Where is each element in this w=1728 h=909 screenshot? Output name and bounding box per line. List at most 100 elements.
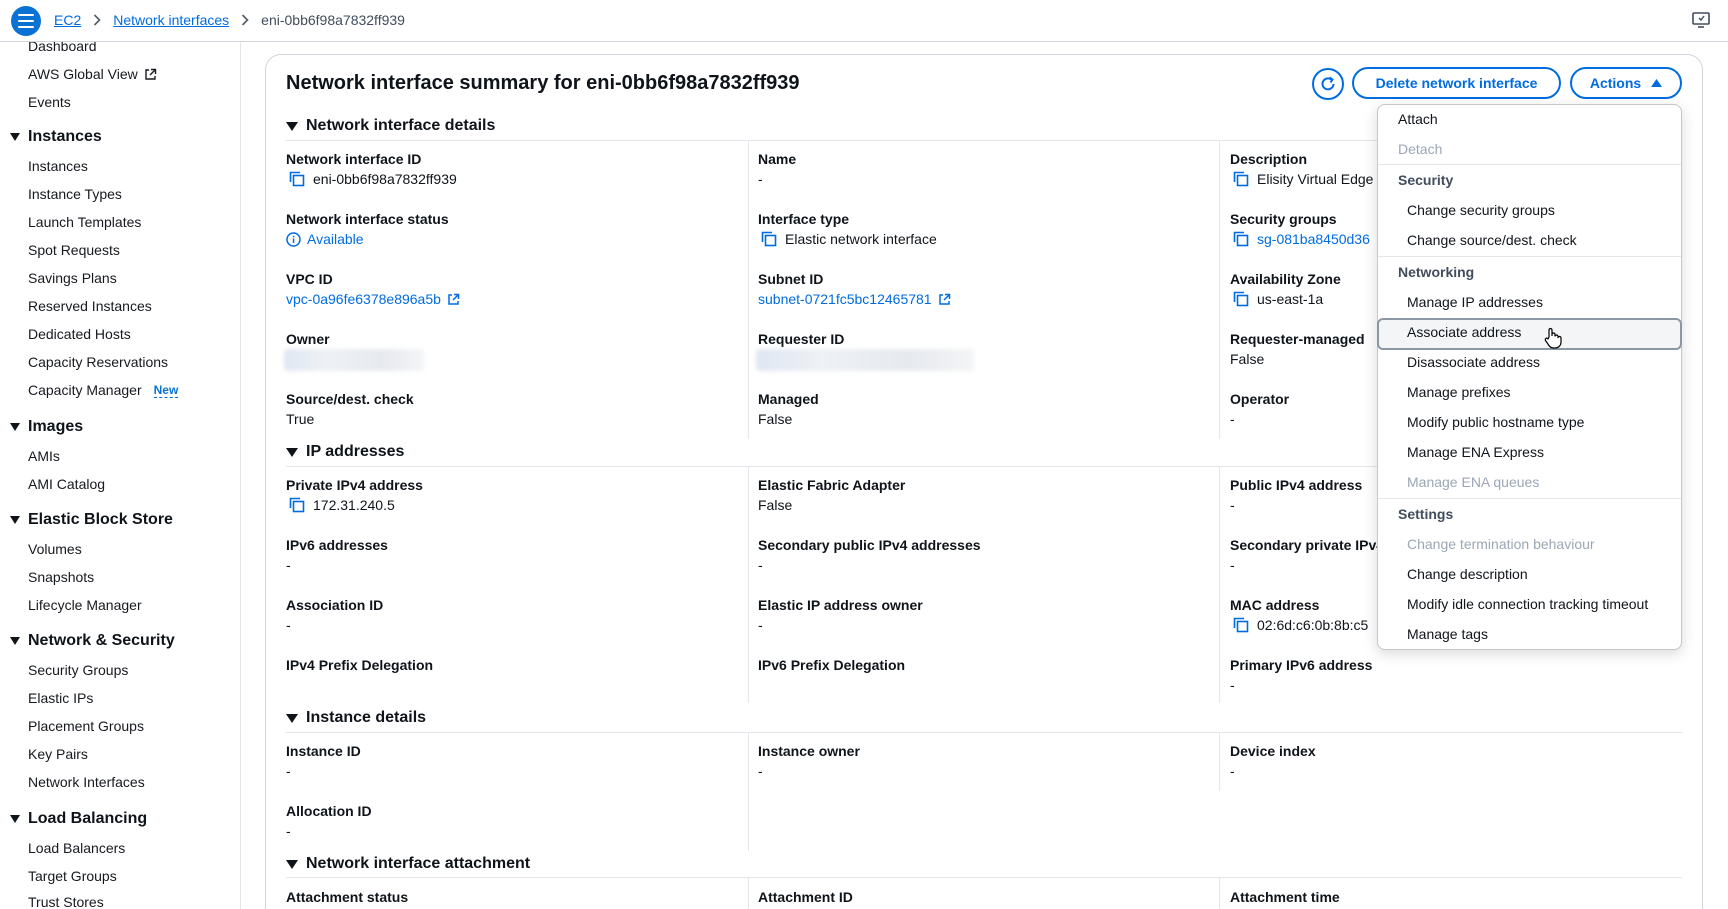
menu-item-attach[interactable]: Attach [1378,111,1681,127]
sidebar-group-ebs[interactable]: Elastic Block Store [10,511,173,529]
copy-icon[interactable] [1233,617,1249,633]
sidebar-item-security-groups[interactable]: Security Groups [28,662,128,678]
breadcrumb-current: eni-0bb6f98a7832ff939 [261,12,405,28]
menu-item-change-security-groups[interactable]: Change security groups [1378,202,1681,218]
hand-cursor-icon [1544,327,1562,352]
sidebar-item-load-balancers[interactable]: Load Balancers [28,840,125,856]
sidebar-item-target-groups[interactable]: Target Groups [28,868,117,884]
field-label: Interface type [758,211,850,227]
sidebar-item-ami-catalog[interactable]: AMI Catalog [28,476,105,492]
section-ip-addresses[interactable]: IP addresses [286,443,404,461]
divider [286,877,1682,878]
field-label: IPv4 Prefix Delegation [286,657,434,673]
menu-item-manage-prefixes[interactable]: Manage prefixes [1378,384,1681,400]
sidebar-item-capacity-reservations[interactable]: Capacity Reservations [28,354,168,370]
eni-id-value: eni-0bb6f98a7832ff939 [313,171,457,187]
field-label: Secondary public IPv4 addresses [758,537,981,553]
copy-icon[interactable] [289,497,305,513]
copy-icon[interactable] [289,171,305,187]
section-instance-details[interactable]: Instance details [286,709,426,727]
field-value: - [758,617,763,633]
sidebar-item-launch-templates[interactable]: Launch Templates [28,214,141,230]
sidebar-item-capacity-manager[interactable]: Capacity Manager New [28,382,179,398]
sidebar-group-label: Network & Security [28,632,175,649]
caret-down-icon [286,859,298,869]
section-attachment[interactable]: Network interface attachment [286,855,530,873]
section-network-interface-details[interactable]: Network interface details [286,117,495,135]
external-link-icon [447,293,460,306]
sidebar-item-savings-plans[interactable]: Savings Plans [28,270,117,286]
subnet-link[interactable]: subnet-0721fc5bc12465781 [758,291,932,307]
menu-item-associate-address[interactable]: Associate address [1378,324,1681,340]
breadcrumb-network-interfaces[interactable]: Network interfaces [113,12,229,28]
az-value: us-east-1a [1257,291,1324,307]
field-label: Description [1230,151,1308,167]
sidebar-group-images[interactable]: Images [10,418,83,436]
sidebar-item-global-view[interactable]: AWS Global View [28,66,157,82]
redacted-requester [756,349,974,371]
sidebar-item-instances[interactable]: Instances [28,158,88,174]
field-label: Subnet ID [758,271,824,287]
sidebar-group-network-security[interactable]: Network & Security [10,632,175,650]
monitor-icon[interactable] [1692,11,1710,32]
field-value: - [1230,677,1235,693]
menu-item-manage-tags[interactable]: Manage tags [1378,626,1681,642]
copy-icon[interactable] [761,231,777,247]
sidebar-item-snapshots[interactable]: Snapshots [28,569,94,585]
security-group-link[interactable]: sg-081ba8450d36 [1257,231,1370,247]
sidebar-item-lifecycle-manager[interactable]: Lifecycle Manager [28,597,142,613]
sidebar-item-volumes[interactable]: Volumes [28,541,82,557]
section-label: Network interface attachment [306,855,531,872]
field-value: Elisity Virtual Edge [1233,171,1373,187]
sidebar-group-instances[interactable]: Instances [10,128,102,146]
refresh-button[interactable] [1312,68,1344,100]
vpc-link[interactable]: vpc-0a96fe6378e896a5b [286,291,441,307]
field-label: Private IPv4 address [286,477,423,493]
field-value: eni-0bb6f98a7832ff939 [289,171,457,187]
chevron-right-icon [241,14,249,26]
section-label: IP addresses [306,443,405,460]
field-label: Name [758,151,797,167]
menu-divider [1378,498,1681,499]
field-value: - [758,763,763,779]
sidebar-item-amis[interactable]: AMIs [28,448,60,464]
sidebar-item-dedicated-hosts[interactable]: Dedicated Hosts [28,326,131,342]
sidebar-item-network-interfaces[interactable]: Network Interfaces [28,774,145,790]
field-label: Availability Zone [1230,271,1341,287]
menu-icon[interactable] [11,6,41,36]
sidebar-item-dashboard[interactable]: Dashboard [28,42,97,54]
sidebar-group-load-balancing[interactable]: Load Balancing [10,810,147,828]
field-label: Attachment ID [758,889,853,905]
mac-value: 02:6d:c6:0b:8b:c5 [1257,617,1369,633]
field-label: Secondary private IPv4 [1230,537,1385,553]
sidebar-item-reserved-instances[interactable]: Reserved Instances [28,298,152,314]
sidebar-item-spot-requests[interactable]: Spot Requests [28,242,120,258]
menu-item-change-description[interactable]: Change description [1378,566,1681,582]
column-divider [748,878,749,909]
sidebar-item-instance-types[interactable]: Instance Types [28,186,122,202]
sidebar-item-key-pairs[interactable]: Key Pairs [28,746,88,762]
actions-button[interactable]: Actions [1570,67,1682,99]
caret-down-icon [286,713,298,723]
sidebar-item-elastic-ips[interactable]: Elastic IPs [28,690,93,706]
field-value: vpc-0a96fe6378e896a5b [286,291,460,307]
menu-item-manage-ip-addresses[interactable]: Manage IP addresses [1378,294,1681,310]
sidebar-item-placement-groups[interactable]: Placement Groups [28,718,144,734]
breadcrumb-ec2[interactable]: EC2 [54,12,81,28]
sidebar-item-trust-stores[interactable]: Trust Stores [28,894,104,909]
copy-icon[interactable] [1233,231,1249,247]
sidebar-item-events[interactable]: Events [28,94,71,110]
menu-item-change-source-dest[interactable]: Change source/dest. check [1378,232,1681,248]
menu-item-modify-hostname-type[interactable]: Modify public hostname type [1378,414,1681,430]
menu-item-disassociate-address[interactable]: Disassociate address [1378,354,1681,370]
copy-icon[interactable] [1233,291,1249,307]
copy-icon[interactable] [1233,171,1249,187]
menu-item-modify-idle-timeout[interactable]: Modify idle connection tracking timeout [1378,596,1681,612]
menu-item-manage-ena-express[interactable]: Manage ENA Express [1378,444,1681,460]
field-label: Network interface ID [286,151,422,167]
column-divider [1219,878,1220,909]
field-value: - [1230,497,1235,513]
field-value: sg-081ba8450d36 [1233,231,1370,247]
delete-network-interface-button[interactable]: Delete network interface [1352,67,1561,99]
field-value: Elastic network interface [761,231,937,247]
